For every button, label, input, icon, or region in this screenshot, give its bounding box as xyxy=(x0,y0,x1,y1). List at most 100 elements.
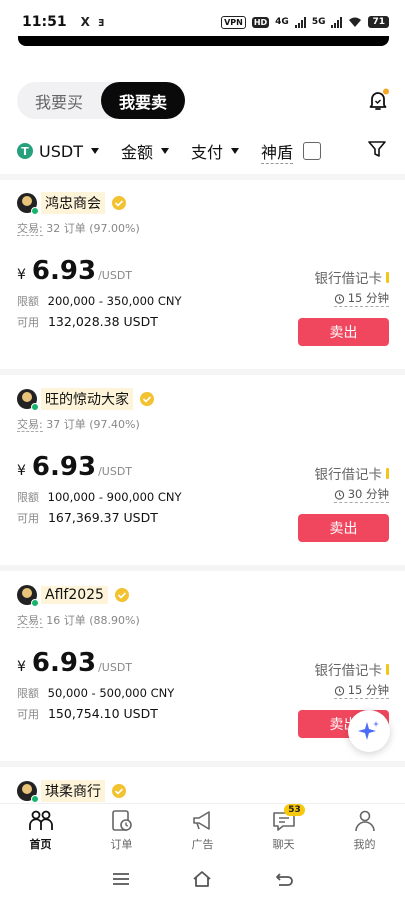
limit-value: 100,000 - 900,000 CNY xyxy=(47,490,182,504)
orders-icon xyxy=(111,810,132,831)
payment-color-bar xyxy=(386,467,389,479)
avatar xyxy=(17,585,39,607)
buy-sell-toggle: 我要买 我要卖 xyxy=(17,82,185,119)
available-row: 可用 167,369.37 USDT xyxy=(17,510,158,526)
unread-badge: 53 xyxy=(284,804,305,816)
nav-label: 聊天 xyxy=(272,838,295,851)
limit-row: 限额 100,000 - 900,000 CNY xyxy=(17,489,182,505)
limit-value: 50,000 - 500,000 CNY xyxy=(47,686,175,700)
ai-assistant-button[interactable] xyxy=(348,710,390,752)
avatar xyxy=(17,389,39,411)
merchant-row[interactable]: 鸿忠商会 xyxy=(17,192,389,215)
payment-method-label: 银行借记卡 xyxy=(314,663,383,679)
merchant-row[interactable]: Aflf2025 xyxy=(17,584,389,607)
menu-icon[interactable] xyxy=(110,868,132,890)
amount-selector[interactable]: 金额 xyxy=(121,139,169,163)
chevron-down-icon xyxy=(160,148,169,154)
sparkle-icon xyxy=(358,721,379,740)
hd-icon: HD xyxy=(251,16,270,28)
nav-label: 我的 xyxy=(353,838,376,851)
online-status-dot xyxy=(31,599,39,607)
battery-icon: 71 xyxy=(368,16,389,28)
merchant-row[interactable]: 旺的惊动大家 xyxy=(17,388,389,411)
completion-rate: (97.40%) xyxy=(89,418,140,431)
merchant-name[interactable]: Aflf2025 xyxy=(41,586,108,604)
payment-method: 银行借记卡 xyxy=(315,463,389,483)
shield-filter-checkbox[interactable] xyxy=(303,142,322,160)
filter-bar: T USDT 金额 支付 神盾 xyxy=(17,137,392,165)
sell-tab[interactable]: 我要卖 xyxy=(101,82,185,119)
divider xyxy=(0,174,405,180)
ad-card: 鸿忠商会 交易: 32 订单 (97.00%) ¥ 6.93 /USDT 限额 … xyxy=(17,192,389,382)
merchant-name[interactable]: 鸿忠商会 xyxy=(41,192,105,214)
status-notification-icons: X ⱻ xyxy=(81,15,105,29)
vpn-icon: VPN xyxy=(221,15,246,29)
available-label: 可用 xyxy=(17,512,39,525)
online-status-dot xyxy=(31,207,39,215)
merchant-row[interactable]: 琪柔商行 xyxy=(17,780,389,802)
time-limit-value: 15 分钟 xyxy=(347,291,389,305)
status-indicators: VPN HD 4G 5G 71 xyxy=(221,15,389,29)
timer-icon xyxy=(334,489,344,500)
time-limit: 15 分钟 xyxy=(333,682,389,699)
nav-label: 订单 xyxy=(110,838,133,851)
time-limit: 30 分钟 xyxy=(333,486,389,503)
wifi-icon xyxy=(349,17,362,27)
limit-row: 限额 200,000 - 350,000 CNY xyxy=(17,293,182,309)
megaphone-icon xyxy=(192,811,210,830)
payment-label: 支付 xyxy=(190,143,223,162)
verified-badge-icon xyxy=(114,588,129,602)
currency-symbol: ¥ xyxy=(17,659,26,675)
ad-card: 旺的惊动大家 交易: 37 订单 (97.40%) ¥ 6.93 /USDT 限… xyxy=(17,388,389,578)
price-unit: /USDT xyxy=(98,661,133,674)
nav-orders[interactable]: 订单 xyxy=(81,804,162,855)
available-value: 132,028.38 USDT xyxy=(47,314,158,329)
sell-button[interactable]: 卖出 xyxy=(298,514,389,542)
trade-stats: 交易: 37 订单 (97.40%) xyxy=(17,416,389,432)
currency-symbol: ¥ xyxy=(17,267,26,283)
sell-button[interactable]: 卖出 xyxy=(298,318,389,346)
bell-icon[interactable] xyxy=(366,88,390,112)
chevron-down-icon xyxy=(231,148,239,154)
trade-stats-label: 交易: xyxy=(17,222,43,236)
usdt-icon: T xyxy=(17,143,33,159)
back-icon[interactable] xyxy=(273,868,295,890)
payment-selector[interactable]: 支付 xyxy=(191,139,239,163)
available-row: 可用 150,754.10 USDT xyxy=(17,706,158,722)
verified-badge-icon xyxy=(112,196,126,210)
payment-color-bar xyxy=(386,663,389,675)
price: 6.93 xyxy=(31,452,97,482)
available-label: 可用 xyxy=(17,708,39,721)
profile-icon xyxy=(354,810,375,832)
completion-rate: (88.90%) xyxy=(89,614,140,627)
merchant-name[interactable]: 旺的惊动大家 xyxy=(41,388,133,410)
buy-tab[interactable]: 我要买 xyxy=(17,82,101,119)
payment-color-bar xyxy=(386,271,389,283)
time-limit-value: 30 分钟 xyxy=(347,487,389,501)
amount-label: 金额 xyxy=(120,143,153,162)
verified-badge-icon xyxy=(140,392,154,406)
limit-label: 限额 xyxy=(17,491,39,504)
network-4g-label: 4G xyxy=(275,17,289,27)
filter-icon[interactable] xyxy=(367,139,387,159)
payment-method: 银行借记卡 xyxy=(314,659,389,679)
status-time: 11:51 xyxy=(22,14,67,30)
merchant-name[interactable]: 琪柔商行 xyxy=(41,780,105,802)
home-icon[interactable] xyxy=(191,868,213,890)
nav-profile[interactable]: 我的 xyxy=(324,804,405,855)
trade-stats: 交易: 32 订单 (97.00%) xyxy=(17,220,389,236)
currency-symbol: ¥ xyxy=(17,463,26,479)
coin-selector[interactable]: T USDT xyxy=(17,142,99,161)
trade-stats-label: 交易: xyxy=(17,614,43,628)
limit-label: 限额 xyxy=(17,687,39,700)
chevron-down-icon xyxy=(90,148,99,154)
top-banner-strip xyxy=(18,36,389,46)
nav-home[interactable]: 首页 xyxy=(0,804,81,855)
online-status-dot xyxy=(31,795,39,802)
nav-ads[interactable]: 广告 xyxy=(162,804,243,855)
limit-label: 限额 xyxy=(17,295,39,308)
price-row: ¥ 6.93 /USDT xyxy=(17,452,132,482)
nav-chat[interactable]: 53 聊天 xyxy=(243,804,324,855)
avatar xyxy=(17,193,39,215)
order-count: 16 订单 xyxy=(46,614,86,627)
